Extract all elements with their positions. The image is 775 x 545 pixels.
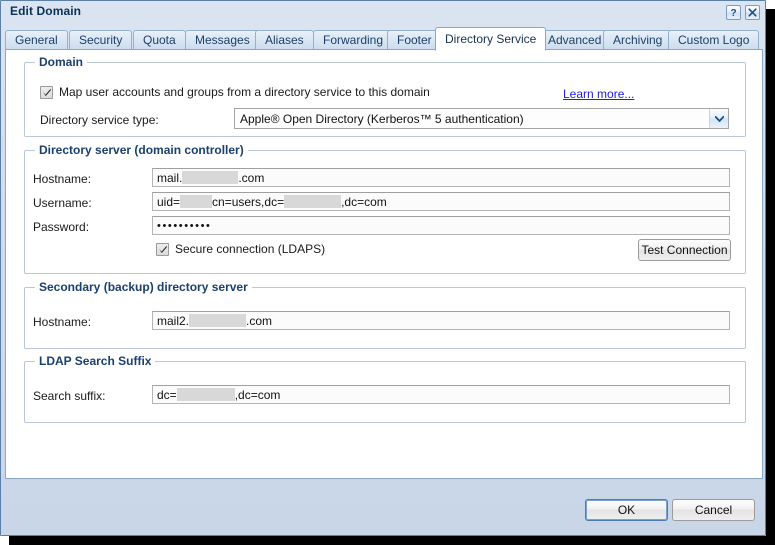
dialog-footer: OK Cancel	[1, 480, 765, 535]
search-suffix-redaction	[176, 388, 235, 401]
ok-button[interactable]: OK	[585, 499, 668, 521]
svg-text:?: ?	[730, 8, 736, 18]
directory-service-panel: Domain Map user accounts and groups from…	[5, 49, 763, 479]
test-connection-button[interactable]: Test Connection	[638, 239, 731, 261]
tab-messages[interactable]: Messages	[185, 30, 260, 50]
username-part1-text: uid=	[157, 194, 181, 209]
directory-server-password-input[interactable]: ••••••••••	[152, 216, 730, 235]
domain-group: Domain Map user accounts and groups from…	[24, 55, 746, 137]
secondary-hostname-input[interactable]: mail2. .com	[152, 311, 730, 330]
ldap-search-suffix-group: LDAP Search Suffix Search suffix: dc= ,d…	[24, 354, 746, 423]
window-title: Edit Domain	[10, 4, 82, 18]
map-accounts-checkbox[interactable]: Map user accounts and groups from a dire…	[40, 85, 430, 99]
tab-custom-logo[interactable]: Custom Logo	[668, 30, 760, 50]
username-part3-text: ,dc=com	[341, 194, 387, 209]
close-icon[interactable]	[745, 5, 760, 20]
directory-server-hostname-input[interactable]: mail. .com	[152, 168, 730, 187]
learn-more-link[interactable]: Learn more...	[563, 87, 634, 101]
username-redaction-1	[180, 195, 213, 208]
tab-quota[interactable]: Quota	[133, 30, 186, 50]
hostname-suffix-text: .com	[238, 170, 265, 185]
directory-server-username-label: Username:	[33, 196, 92, 210]
chevron-down-icon	[709, 109, 728, 128]
tab-security[interactable]: Security	[69, 30, 133, 50]
directory-server-group-legend: Directory server (domain controller)	[35, 143, 248, 157]
directory-server-username-input[interactable]: uid= cn=users,dc= ,dc=com	[152, 192, 730, 211]
secondary-server-group: Secondary (backup) directory server Host…	[24, 280, 746, 349]
domain-group-legend: Domain	[35, 55, 88, 69]
directory-server-hostname-label: Hostname:	[33, 172, 92, 186]
directory-service-type-value: Apple® Open Directory (Kerberos™ 5 authe…	[240, 111, 524, 126]
directory-service-type-select[interactable]: Apple® Open Directory (Kerberos™ 5 authe…	[234, 108, 729, 129]
window-shadow-bottom	[9, 536, 775, 545]
window-shadow-right	[766, 9, 775, 545]
secure-connection-checkbox[interactable]: Secure connection (LDAPS)	[156, 242, 325, 256]
tab-general[interactable]: General	[5, 30, 68, 50]
tab-aliases[interactable]: Aliases	[255, 30, 314, 50]
secondary-hostname-label: Hostname:	[33, 315, 92, 329]
help-icon[interactable]: ?	[726, 5, 741, 20]
password-masked-value: ••••••••••	[157, 219, 212, 232]
checkbox-box	[40, 85, 53, 99]
username-redaction-2	[284, 195, 342, 208]
tab-archiving[interactable]: Archiving	[603, 30, 673, 50]
secondary-hostname-suffix-text: .com	[246, 313, 273, 328]
hostname-redaction	[182, 171, 239, 184]
tab-forwarding[interactable]: Forwarding	[313, 30, 394, 50]
directory-service-type-label: Directory service type:	[40, 113, 159, 127]
tab-directory-service[interactable]: Directory Service	[435, 27, 547, 51]
tab-advanced[interactable]: Advanced	[538, 30, 612, 50]
tab-footer[interactable]: Footer	[387, 30, 442, 50]
hostname-prefix-text: mail.	[157, 170, 183, 185]
secure-connection-label: Secure connection (LDAPS)	[175, 242, 326, 256]
title-bar: Edit Domain ?	[1, 1, 765, 23]
secondary-server-group-legend: Secondary (backup) directory server	[35, 280, 252, 294]
edit-domain-dialog: Edit Domain ? General Security Quota Mes…	[0, 0, 766, 536]
secondary-hostname-prefix-text: mail2.	[157, 313, 190, 328]
tab-bar: General Security Quota Messages Aliases …	[5, 27, 763, 51]
secondary-hostname-redaction	[189, 314, 247, 327]
ldap-search-suffix-group-legend: LDAP Search Suffix	[35, 354, 156, 368]
directory-server-group: Directory server (domain controller) Hos…	[24, 143, 746, 274]
checkbox-box	[156, 242, 169, 256]
search-suffix-input[interactable]: dc= ,dc=com	[152, 385, 730, 404]
username-part2-text: cn=users,dc=	[212, 194, 285, 209]
search-suffix-label: Search suffix:	[33, 389, 106, 403]
directory-server-password-label: Password:	[33, 220, 90, 234]
cancel-button[interactable]: Cancel	[672, 499, 755, 521]
map-accounts-label: Map user accounts and groups from a dire…	[59, 85, 430, 99]
search-suffix-postfix-text: ,dc=com	[234, 387, 281, 402]
search-suffix-prefix-text: dc=	[157, 387, 177, 402]
